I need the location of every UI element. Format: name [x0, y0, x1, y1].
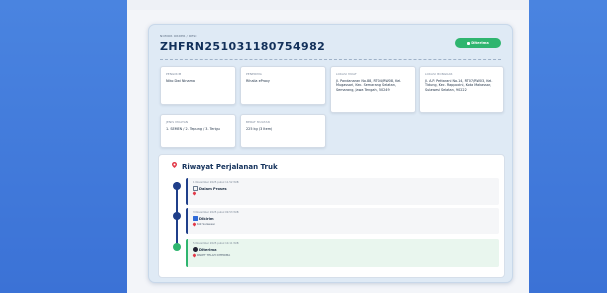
timeline-entry: 1 November 2025 pukul 11.52 WIB Dalam Pr… [186, 178, 499, 205]
info-card-receiver: PENERIMA Rihalia eProxy [240, 66, 326, 105]
entry-status: Dikirim [193, 216, 214, 221]
info-label: JENIS MUATAN [166, 120, 189, 124]
location-pin-icon [192, 222, 197, 226]
entry-date: 1 November 2025 pukul 11.52 WIB [193, 181, 239, 184]
entry-location-label: PAKET TELAH DITERIMA [197, 253, 231, 257]
order-number: ZHFRN251031180754982 [160, 40, 326, 53]
info-label: PENGIRIM [166, 72, 182, 76]
tracking-card: NOMOR ORDER / RESI ZHFRN251031180754982 … [148, 24, 513, 283]
location-pin-icon [172, 162, 177, 168]
timeline-title: Riwayat Perjalanan Truk [182, 163, 278, 171]
timeline-entry: 3 November 2025 pukul 09.53 WIB Dikirim … [186, 208, 499, 234]
info-value: Rihalia eProxy [246, 79, 270, 83]
timeline-entry: 5 November 2025 pukul 10.11 WIB Diterima… [186, 239, 499, 267]
entry-date: 5 November 2025 pukul 10.11 WIB [193, 242, 239, 245]
check-icon [467, 41, 471, 45]
info-value: 225 kg (3 Item) [246, 127, 273, 131]
entry-date: 3 November 2025 pukul 09.53 WIB [193, 211, 239, 214]
info-label: LOKASI BONGKAR [425, 72, 453, 76]
truck-icon [193, 216, 198, 221]
location-pin-icon [192, 253, 197, 257]
info-value: 1. SEMEN / 2. Tepung / 3. Terigu [166, 127, 220, 131]
info-card-pickup: LOKASI MUAT Jl. Pandanaran No.88, RT04/R… [330, 66, 416, 113]
status-badge-label: Diterima [471, 41, 489, 45]
info-card-dropoff: LOKASI BONGKAR Jl. A.P. Pettarani No.14,… [419, 66, 504, 113]
status-badge: Diterima [455, 38, 501, 48]
info-label: BERAT MUATAN [246, 120, 270, 124]
info-card-cargo-type: JENIS MUATAN 1. SEMEN / 2. Tepung / 3. T… [160, 114, 236, 148]
info-value: Jl. A.P. Pettarani No.14, RT07/RW03, Kel… [425, 79, 493, 92]
process-icon [193, 186, 198, 191]
entry-location [192, 191, 197, 196]
timeline-dot [173, 212, 181, 220]
entry-status-label: Diterima [199, 247, 217, 252]
entry-status-label: Dikirim [199, 216, 214, 221]
timeline-panel: Riwayat Perjalanan Truk 1 November 2025 … [158, 154, 505, 278]
info-card-sender: PENGIRIM Niko Dwi Ninama [160, 66, 236, 105]
top-strip [127, 0, 529, 10]
entry-location-label: Kot Sulawesi [197, 222, 215, 226]
info-label: LOKASI MUAT [336, 72, 357, 76]
timeline-dot [173, 243, 181, 251]
divider [160, 59, 501, 60]
entry-location: PAKET TELAH DITERIMA [192, 253, 231, 257]
entry-status-label: Dalam Proses [199, 186, 227, 191]
info-value: Niko Dwi Ninama [166, 79, 195, 83]
location-pin-icon [192, 191, 197, 196]
info-label: PENERIMA [246, 72, 263, 76]
received-icon [193, 247, 198, 252]
order-number-label: NOMOR ORDER / RESI [160, 34, 197, 38]
right-background-band [529, 0, 607, 293]
info-card-cargo-weight: BERAT MUATAN 225 kg (3 Item) [240, 114, 326, 148]
entry-location: Kot Sulawesi [192, 222, 215, 226]
entry-status: Diterima [193, 247, 217, 252]
info-value: Jl. Pandanaran No.88, RT04/RW08, Kel. Mu… [336, 79, 402, 92]
timeline-dot [173, 182, 181, 190]
entry-status: Dalam Proses [193, 186, 227, 191]
left-background-band [0, 0, 127, 293]
